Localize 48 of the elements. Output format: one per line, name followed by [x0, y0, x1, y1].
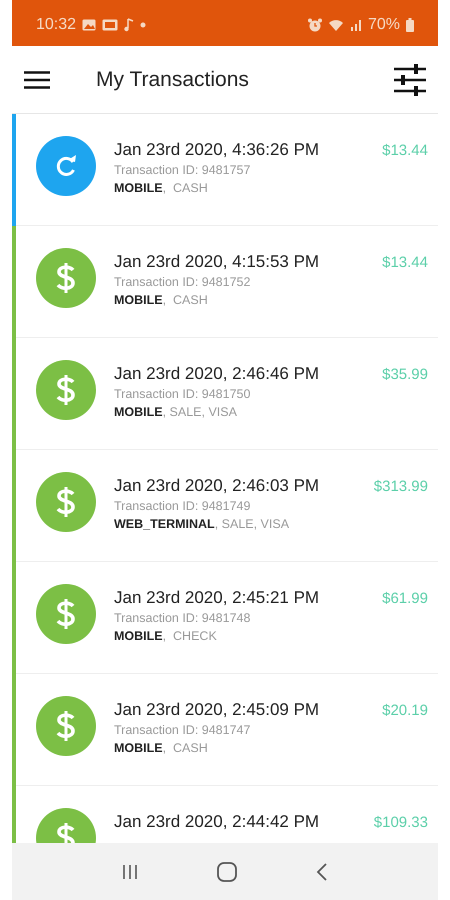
transaction-id: Transaction ID: 9481749: [114, 499, 252, 513]
transaction-row[interactable]: Jan 23rd 2020, 2:45:21 PM Transaction ID: 9481748 MOBILE, CHECK $61.99: [12, 562, 438, 674]
image-icon: [82, 19, 96, 31]
transaction-row[interactable]: Jan 23rd 2020, 2:46:03 PM Transaction ID: 9481749 WEB_TERMINAL, SALE, VISA $313.99: [12, 450, 438, 562]
transaction-id: Transaction ID: 9481752: [114, 275, 252, 289]
transaction-tags: MOBILE, CASH: [114, 741, 378, 755]
app-title: My Transactions: [96, 68, 250, 92]
transaction-tags: MOBILE, CHECK: [114, 629, 378, 643]
transaction-row[interactable]: Jan 23rd 2020, 4:36:26 PM Transaction ID: 9481757 MOBILE, CASH $13.44: [12, 114, 438, 226]
menu-icon[interactable]: [24, 70, 50, 88]
transaction-amount: $109.33: [372, 813, 429, 831]
transaction-id: Transaction ID: 9481747: [114, 723, 252, 737]
transaction-date: Jan 23rd 2020, 2:46:03 PM: [114, 476, 320, 496]
battery-icon: [406, 18, 414, 32]
transaction-date: Jan 23rd 2020, 2:45:09 PM: [114, 700, 320, 720]
transaction-row[interactable]: Jan 23rd 2020, 2:45:09 PM Transaction ID: 9481747 MOBILE, CASH $20.19: [12, 674, 438, 786]
transaction-tags: MOBILE, CASH: [114, 293, 378, 307]
signal-icon: [350, 19, 362, 31]
transaction-date: Jan 23rd 2020, 4:15:53 PM: [114, 252, 320, 272]
wifi-icon: [328, 18, 344, 32]
recents-icon[interactable]: [122, 864, 138, 880]
transaction-id: Transaction ID: 9481750: [114, 387, 252, 401]
dot-icon: [140, 22, 146, 28]
transaction-amount: $20.19: [381, 701, 429, 719]
transaction-date: Jan 23rd 2020, 4:36:26 PM: [114, 140, 320, 160]
transaction-id: Transaction ID: 9481757: [114, 163, 252, 177]
transaction-amount: $313.99: [372, 477, 429, 495]
transaction-row[interactable]: Jan 23rd 2020, 2:46:46 PM Transaction ID: 9481750 MOBILE, SALE, VISA $35.99: [12, 338, 438, 450]
home-icon[interactable]: [216, 862, 237, 882]
transaction-amount: $13.44: [381, 141, 429, 159]
transaction-date: Jan 23rd 2020, 2:44:42 PM: [114, 812, 320, 832]
transaction-amount: $61.99: [381, 589, 429, 607]
back-icon[interactable]: [316, 862, 328, 880]
status-time: 10:32: [36, 16, 76, 34]
transaction-tags: WEB_TERMINAL, SALE, VISA: [114, 517, 370, 531]
music-note-icon: [124, 18, 134, 32]
sliders-icon[interactable]: [394, 64, 426, 96]
transaction-date: Jan 23rd 2020, 2:45:21 PM: [114, 588, 320, 608]
transaction-tags: MOBILE, CASH: [114, 181, 378, 195]
transaction-amount: $13.44: [381, 253, 429, 271]
transaction-tags: MOBILE, SALE, VISA: [114, 405, 378, 419]
alarm-icon: [308, 18, 322, 32]
transaction-date: Jan 23rd 2020, 2:46:46 PM: [114, 364, 320, 384]
transaction-id: Transaction ID: 9481748: [114, 611, 252, 625]
transaction-amount: $35.99: [381, 365, 429, 383]
gallery-icon: [102, 19, 118, 31]
battery-percent: 70%: [368, 16, 400, 34]
transaction-row[interactable]: Jan 23rd 2020, 4:15:53 PM Transaction ID: 9481752 MOBILE, CASH $13.44: [12, 226, 438, 338]
